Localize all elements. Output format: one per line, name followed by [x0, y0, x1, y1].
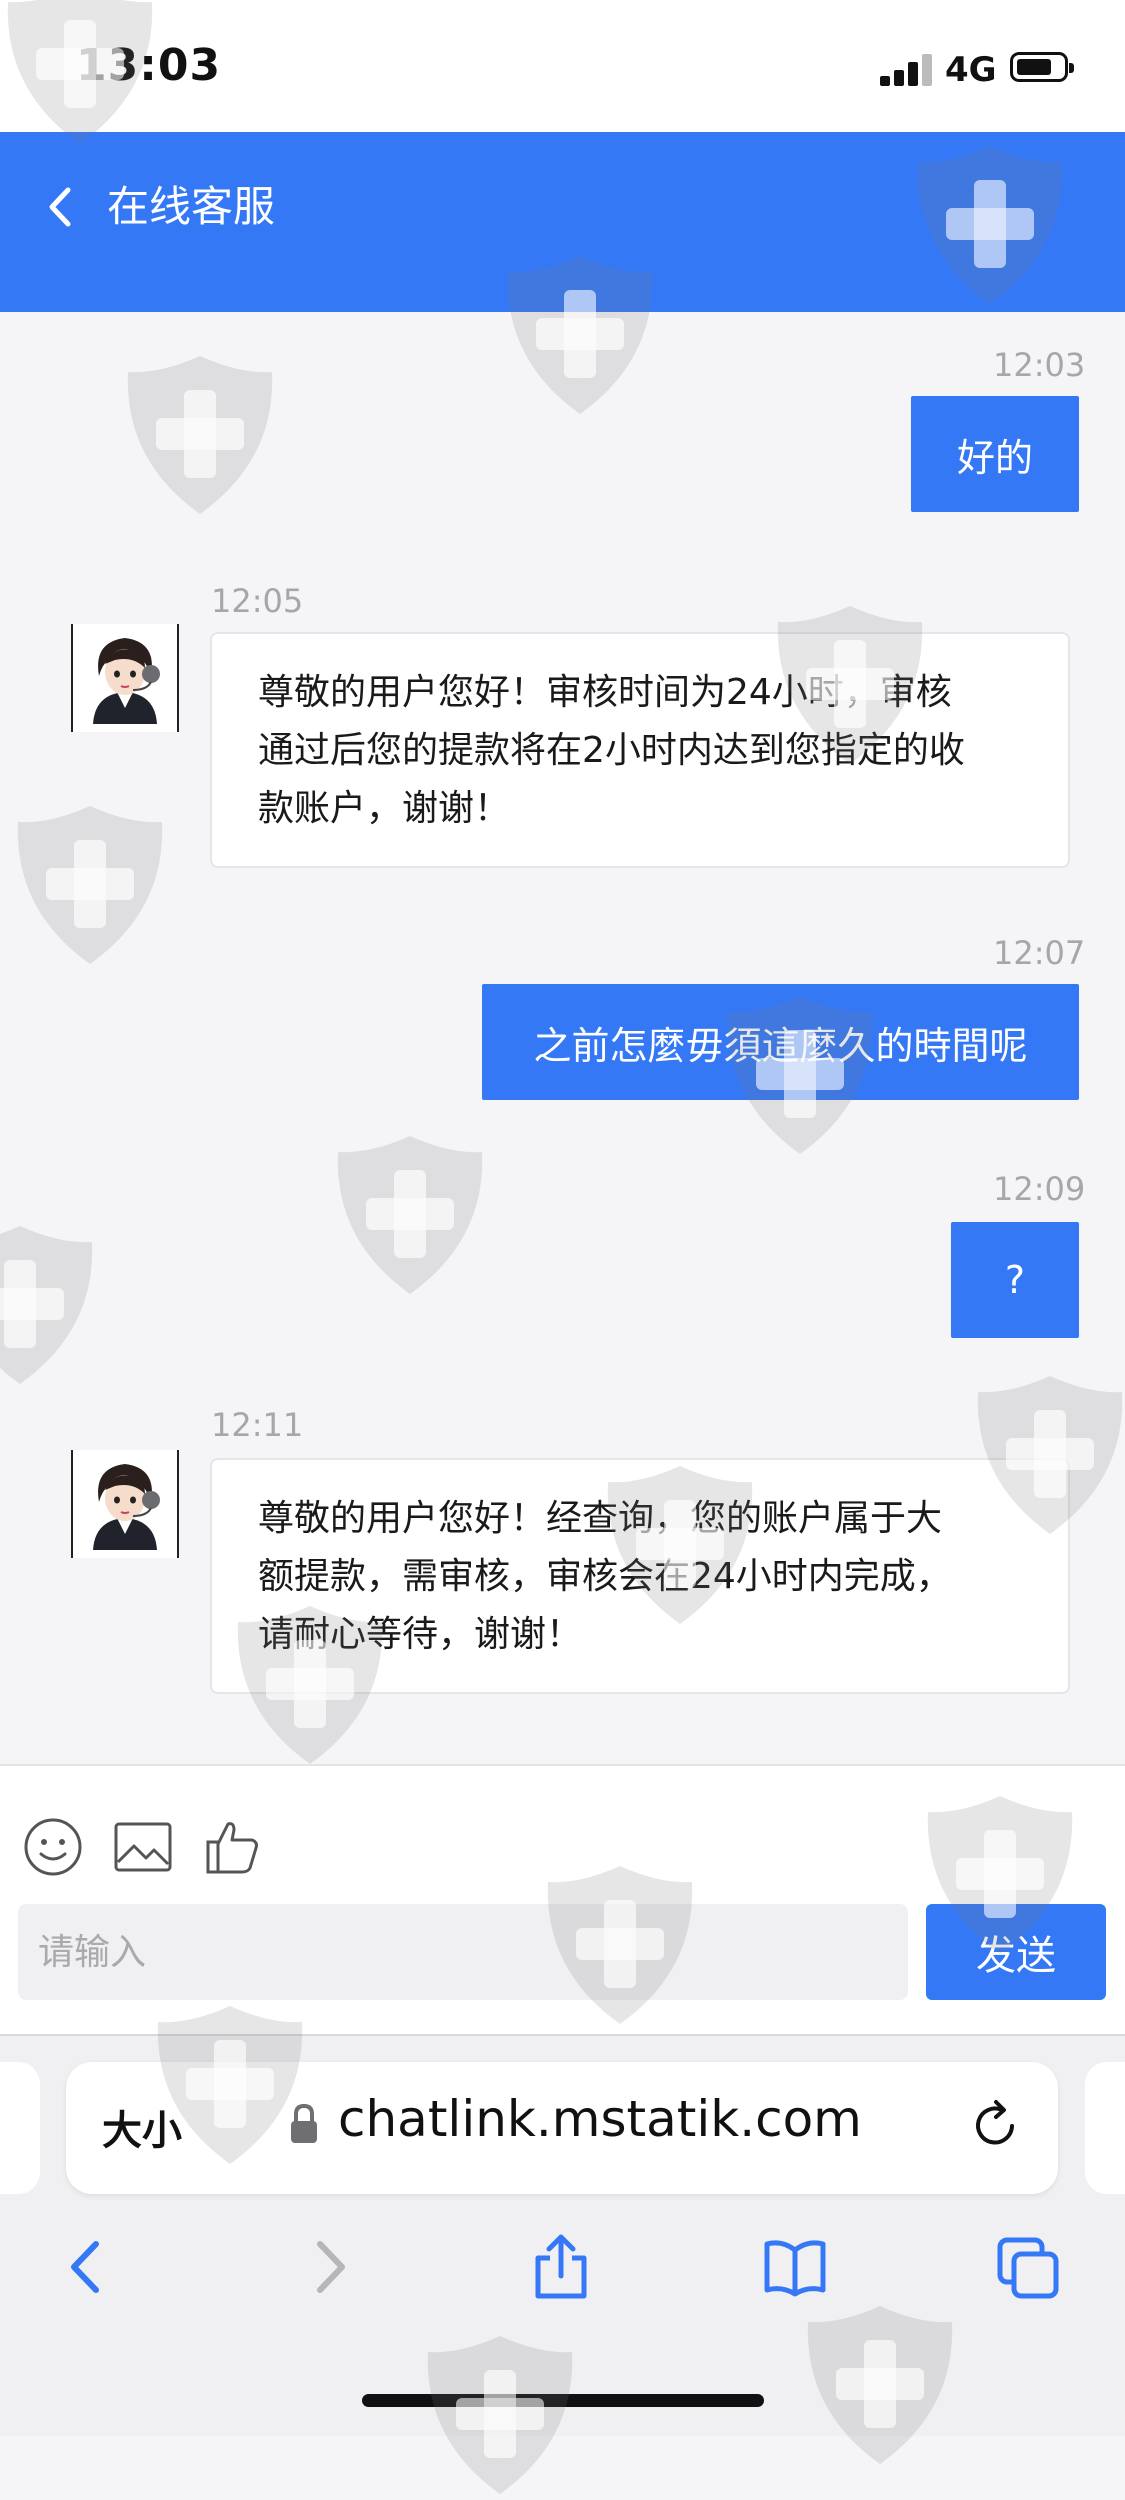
battery-icon: [1010, 52, 1074, 82]
emoji-icon[interactable]: [22, 1816, 84, 1878]
address-bar[interactable]: 大小 chatlink.mstatik.com: [66, 2062, 1058, 2194]
image-icon[interactable]: [112, 1816, 174, 1878]
message-line: 额提款，需审核，审核会在24小时内完成，: [258, 1556, 952, 1597]
home-indicator[interactable]: [362, 2394, 764, 2407]
outgoing-message[interactable]: 好的: [911, 396, 1079, 512]
chat-header: 在线客服: [0, 132, 1125, 312]
signal-icon: [880, 52, 936, 86]
back-icon[interactable]: [40, 172, 80, 242]
outgoing-message[interactable]: 之前怎麼毋須這麼久的時間呢: [482, 984, 1079, 1100]
send-button[interactable]: 发送: [926, 1904, 1106, 2000]
next-tab-peek[interactable]: [1085, 2062, 1125, 2194]
page-title: 在线客服: [107, 182, 276, 231]
message-timestamp: 12:11: [211, 1406, 304, 1444]
message-timestamp: 12:03: [993, 346, 1086, 384]
message-input[interactable]: [18, 1904, 908, 2000]
text-size-button[interactable]: 大小: [102, 2098, 182, 2156]
message-line: 尊敬的用户您好！审核时间为24小时，审核: [258, 672, 952, 713]
message-timestamp: 12:07: [993, 934, 1086, 972]
previous-tab-peek[interactable]: [0, 2062, 40, 2194]
network-type: 4G: [945, 50, 997, 90]
incoming-message[interactable]: 尊敬的用户您好！审核时间为24小时，审核 通过后您的提款将在2小时内达到您指定的…: [210, 632, 1070, 868]
message-line: 请耐心等待，谢谢！: [258, 1614, 583, 1655]
browser-forward-icon[interactable]: [296, 2232, 362, 2302]
message-timestamp: 12:09: [993, 1170, 1086, 1208]
message-line: 尊敬的用户您好！经查询，您的账户属于大: [258, 1498, 943, 1539]
tabs-icon[interactable]: [996, 2232, 1062, 2302]
message-composer: 发送: [0, 1764, 1125, 2034]
message-text: ?: [1004, 1258, 1026, 1302]
browser-back-icon[interactable]: [54, 2232, 120, 2302]
status-time: 13:03: [76, 40, 222, 91]
agent-avatar: [71, 1450, 179, 1558]
message-text: 之前怎麼毋須這麼久的時間呢: [533, 1023, 1028, 1068]
message-line: 款账户，谢谢！: [258, 788, 511, 829]
thumbs-up-icon[interactable]: [202, 1816, 264, 1878]
message-timestamp: 12:05: [211, 582, 304, 620]
outgoing-message[interactable]: ?: [951, 1222, 1079, 1338]
reload-icon[interactable]: [966, 2096, 1026, 2156]
browser-toolbar: 大小 chatlink.mstatik.com: [0, 2034, 1125, 2436]
share-icon[interactable]: [528, 2232, 594, 2302]
chat-thread: 12:03 好的 12:05 尊敬的用户您好！审核时间为24小时，审核 通过后您…: [0, 312, 1125, 1764]
message-text: 好的: [956, 435, 1033, 480]
agent-avatar: [71, 624, 179, 732]
lock-icon: [291, 2103, 317, 2143]
bookmarks-icon[interactable]: [762, 2232, 828, 2302]
url-text[interactable]: chatlink.mstatik.com: [338, 2090, 862, 2148]
message-line: 通过后您的提款将在2小时内达到您指定的收: [258, 730, 965, 771]
status-bar: 13:03 4G: [0, 0, 1125, 132]
incoming-message[interactable]: 尊敬的用户您好！经查询，您的账户属于大 额提款，需审核，审核会在24小时内完成，…: [210, 1458, 1070, 1694]
